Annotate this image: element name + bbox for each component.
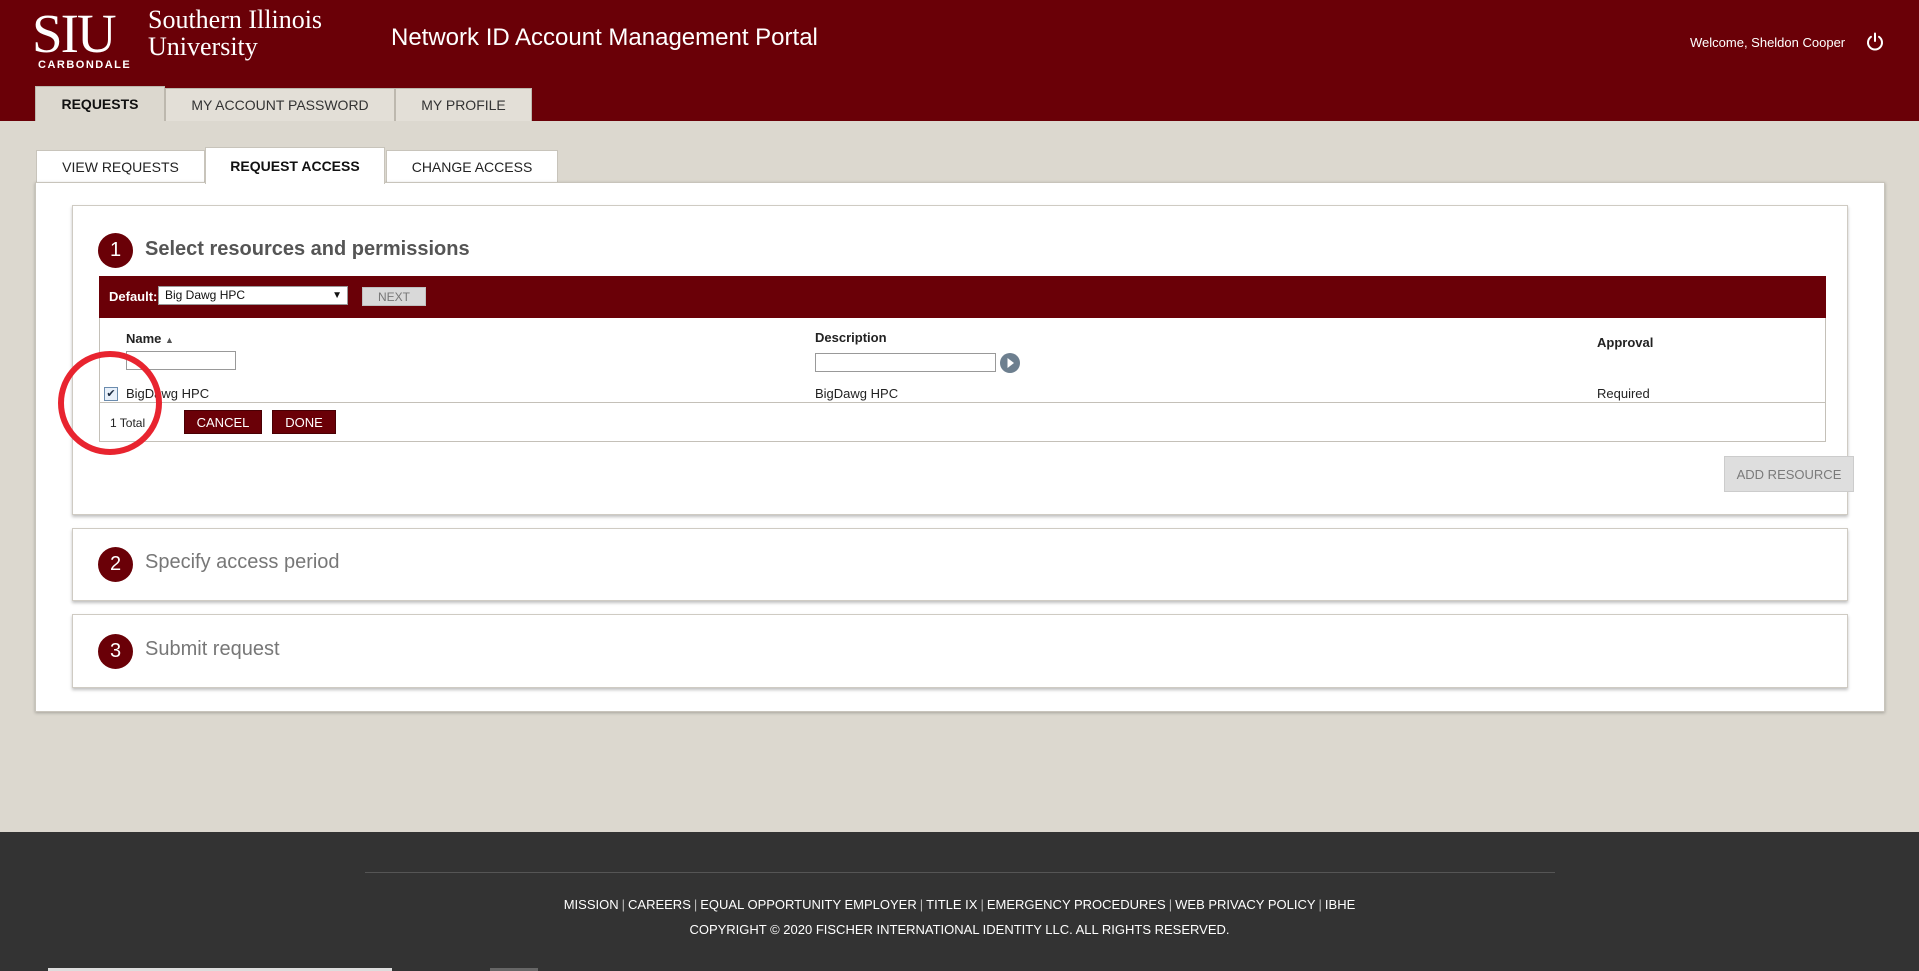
default-resource-select[interactable]: Big Dawg HPC ▼ [158, 286, 348, 305]
tab-my-account-password[interactable]: MY ACCOUNT PASSWORD [165, 88, 395, 121]
logo-campus: CARBONDALE [38, 59, 132, 71]
step-1-title: Select resources and permissions [145, 238, 470, 260]
default-select-value: Big Dawg HPC [165, 288, 246, 302]
logo-mark: SIU [32, 3, 117, 64]
footer-link-ibhe[interactable]: IBHE [1325, 897, 1355, 912]
next-button[interactable]: NEXT [362, 287, 426, 306]
portal-title: Network ID Account Management Portal [391, 24, 818, 51]
copyright-text: COPYRIGHT © 2020 FISCHER INTERNATIONAL I… [689, 922, 1230, 937]
tab-change-access[interactable]: CHANGE ACCESS [386, 150, 558, 183]
column-header-approval: Approval [1597, 335, 1654, 350]
step-3-card[interactable]: 3 Submit request [72, 614, 1848, 688]
footer-link-mission[interactable]: MISSION [564, 897, 619, 912]
tab-requests[interactable]: REQUESTS [35, 86, 165, 121]
request-access-panel: 1 Select resources and permissions Defau… [35, 182, 1885, 712]
step-3-number: 3 [98, 634, 133, 669]
column-header-name[interactable]: Name ▲ [126, 331, 174, 346]
step-1-number: 1 [98, 233, 133, 268]
footer-links: MISSION | CAREERS | EQUAL OPPORTUNITY EMPLOY… [563, 897, 1356, 912]
step-1-card: 1 Select resources and permissions Defau… [72, 205, 1854, 515]
footer-link-privacy[interactable]: WEB PRIVACY POLICY [1175, 897, 1315, 912]
footer-divider [365, 872, 1555, 873]
footer-link-equal-opportunity[interactable]: EQUAL OPPORTUNITY EMPLOYER [700, 897, 916, 912]
footer-link-title-ix[interactable]: TITLE IX [926, 897, 977, 912]
sort-ascending-icon: ▲ [165, 335, 174, 345]
default-toolbar: Default: Big Dawg HPC ▼ NEXT [99, 276, 1826, 318]
tab-my-profile[interactable]: MY PROFILE [395, 88, 532, 121]
step-2-title: Specify access period [145, 551, 340, 573]
footer-link-emergency[interactable]: EMERGENCY PROCEDURES [987, 897, 1166, 912]
dropdown-arrow-icon: ▼ [332, 290, 342, 301]
power-icon[interactable] [1865, 32, 1885, 52]
cancel-button[interactable]: CANCEL [184, 410, 262, 434]
annotation-highlight-circle [58, 351, 162, 455]
table-footer: 1 Total CANCEL DONE [100, 402, 1825, 442]
logo-university-name: Southern Illinois University [148, 5, 323, 61]
search-go-icon[interactable] [999, 352, 1021, 374]
footer-link-careers[interactable]: CAREERS [628, 897, 691, 912]
column-header-description: Description [815, 330, 887, 345]
add-resource-button[interactable]: ADD RESOURCE [1724, 456, 1854, 492]
step-2-number: 2 [98, 547, 133, 582]
step-2-card[interactable]: 2 Specify access period [72, 528, 1848, 601]
row-description: BigDawg HPC [815, 386, 899, 401]
resource-table: Name ▲ Description Approval ✔ BigDawg HP… [99, 318, 1826, 442]
site-footer: MISSION | CAREERS | EQUAL OPPORTUNITY EMPLOY… [0, 832, 1919, 971]
tab-view-requests[interactable]: VIEW REQUESTS [36, 150, 205, 183]
done-button[interactable]: DONE [272, 410, 336, 434]
default-label: Default: [109, 289, 158, 304]
tab-request-access[interactable]: REQUEST ACCESS [205, 147, 385, 184]
welcome-text: Welcome, Sheldon Cooper [1690, 35, 1846, 50]
row-approval: Required [1597, 386, 1650, 401]
site-header: SIU Southern Illinois University CARBOND… [0, 0, 1919, 121]
description-filter-input[interactable] [815, 353, 996, 372]
step-3-title: Submit request [145, 638, 280, 660]
